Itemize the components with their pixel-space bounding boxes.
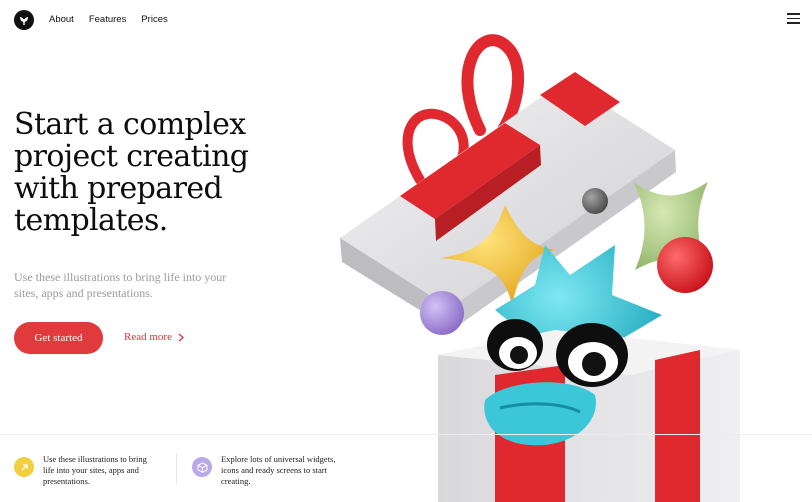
feature-text-line: Use these illustrations to bring xyxy=(43,454,147,464)
read-more-label: Read more xyxy=(124,331,172,343)
hero-title-line: with prepared xyxy=(14,171,223,206)
hero-title-line: Start a complex xyxy=(14,107,246,142)
hero-subtitle: Use these illustrations to bring life in… xyxy=(14,269,244,301)
section-divider xyxy=(0,434,812,435)
feature-text-line: icons and ready screens to start xyxy=(221,465,327,475)
hero-title-line: project creating xyxy=(14,139,249,174)
nav-features-link[interactable]: Features xyxy=(89,14,127,25)
feature-text: Use these illustrations to bring life in… xyxy=(43,454,147,487)
feature-text-line: creating. xyxy=(221,476,251,486)
feature-text-line: presentations. xyxy=(43,476,90,486)
hamburger-menu-icon[interactable] xyxy=(787,13,800,24)
chevron-right-icon xyxy=(178,333,184,341)
gift-box-illustration xyxy=(340,34,740,502)
hero-title: Start a complex project creating with pr… xyxy=(14,109,314,237)
feature-separator xyxy=(176,453,177,485)
hero-subtitle-line: Use these illustrations to bring life in… xyxy=(14,270,227,284)
feature-item: Explore lots of universal widgets, icons… xyxy=(192,454,336,487)
hero-subtitle-line: sites, apps and presentations. xyxy=(14,286,153,300)
cube-icon xyxy=(192,457,212,477)
feature-text: Explore lots of universal widgets, icons… xyxy=(221,454,336,487)
nav-prices-link[interactable]: Prices xyxy=(141,14,167,25)
feature-text-line: life into your sites, apps and xyxy=(43,465,139,475)
feature-text-line: Explore lots of universal widgets, xyxy=(221,454,336,464)
feature-item: Use these illustrations to bring life in… xyxy=(14,454,147,487)
main-nav: About Features Prices xyxy=(49,14,168,25)
nav-about-link[interactable]: About xyxy=(49,14,74,25)
logo-icon[interactable] xyxy=(14,10,34,30)
read-more-link[interactable]: Read more xyxy=(124,331,184,343)
get-started-button[interactable]: Get started xyxy=(14,322,103,354)
hero-title-line: templates. xyxy=(14,203,168,238)
arrow-up-right-icon xyxy=(14,457,34,477)
